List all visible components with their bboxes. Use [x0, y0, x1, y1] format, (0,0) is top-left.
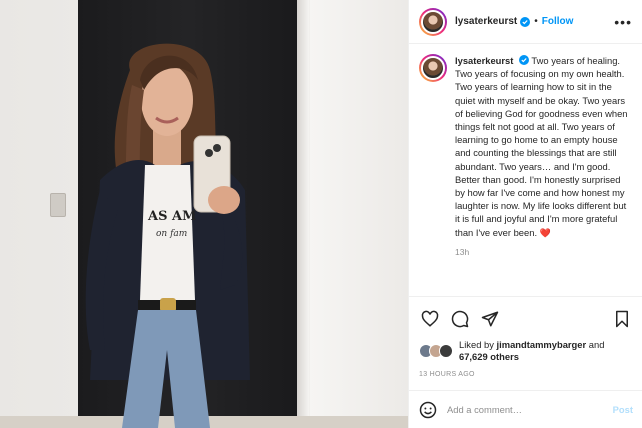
caption-username[interactable]: lysaterkeurst	[455, 55, 513, 66]
likes-count[interactable]: 67,629 others	[459, 351, 519, 362]
action-icons-row	[419, 307, 633, 331]
follow-button[interactable]: Follow	[542, 16, 574, 27]
verified-badge-icon	[520, 16, 531, 27]
liker-avatars[interactable]	[419, 344, 453, 358]
liker-avatar	[439, 344, 453, 358]
post-header: lysaterkeurst • Follow •••	[409, 0, 642, 44]
comment-button[interactable]	[449, 308, 471, 330]
post-photo[interactable]: AS AM on fam	[0, 0, 408, 428]
instagram-post-view: AS AM on fam lysaterkeurst • Follow ••• …	[0, 0, 642, 428]
avatar-image	[421, 56, 445, 80]
liked-by-text: Liked by jimandtammybarger and 67,629 ot…	[459, 339, 604, 363]
svg-text:AS AM: AS AM	[147, 209, 196, 224]
caption-timestamp: 13h	[455, 246, 470, 257]
author-avatar[interactable]	[419, 7, 447, 36]
comment-icon	[451, 310, 469, 328]
post-time-ago[interactable]: 13 HOURS AGO	[419, 371, 633, 378]
avatar-image	[421, 9, 445, 34]
comment-input[interactable]	[447, 404, 597, 415]
woman-taking-mirror-selfie: AS AM on fam	[85, 43, 250, 428]
post-sidebar: lysaterkeurst • Follow ••• lysaterkeurst…	[408, 0, 642, 428]
caption-avatar[interactable]	[419, 54, 447, 82]
likes-summary: Liked by jimandtammybarger and 67,629 ot…	[419, 339, 633, 363]
smiley-icon[interactable]	[419, 401, 437, 419]
share-button[interactable]	[479, 308, 501, 330]
more-options-button[interactable]: •••	[614, 15, 632, 29]
red-heart-emoji: ❤️	[539, 227, 551, 238]
paper-plane-icon	[481, 311, 499, 327]
caption-text: Two years of healing. Two years of focus…	[455, 55, 628, 238]
liked-by-prefix: Liked by	[459, 339, 494, 350]
comment-bar: Post	[409, 390, 642, 428]
caption: lysaterkeurst Two years of healing. Two …	[455, 54, 632, 296]
bookmark-icon	[616, 310, 628, 328]
author-username[interactable]: lysaterkeurst	[455, 16, 517, 27]
action-section: Liked by jimandtammybarger and 67,629 ot…	[409, 296, 642, 378]
liked-by-and: and	[588, 339, 605, 350]
door-frame	[297, 0, 309, 428]
heart-icon	[421, 310, 439, 327]
save-button[interactable]	[611, 308, 633, 330]
caption-section: lysaterkeurst Two years of healing. Two …	[409, 44, 642, 296]
svg-text:on fam: on fam	[156, 229, 187, 239]
wall	[310, 0, 408, 428]
separator-dot: •	[534, 16, 538, 27]
like-button[interactable]	[419, 308, 441, 330]
verified-badge-icon	[518, 55, 529, 65]
post-comment-button[interactable]: Post	[613, 404, 633, 415]
liked-by-user[interactable]: jimandtammybarger	[497, 339, 587, 350]
